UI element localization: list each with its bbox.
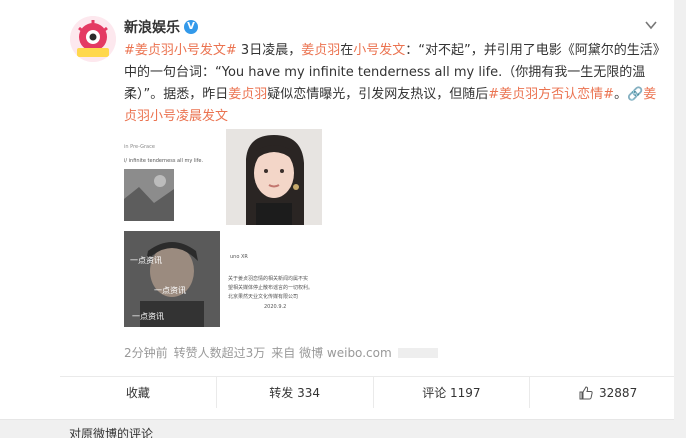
comments-section-title: 对原微博的评论 <box>69 427 154 438</box>
repost-button[interactable]: 转发 334 <box>217 377 374 408</box>
image-caption: i/ infinite tenderness all my life. <box>124 158 204 164</box>
watermark-text: 一点资讯 <box>132 312 164 321</box>
post-reposts-note: 转赞人数超过3万 <box>173 346 266 360</box>
like-count: 32887 <box>599 385 638 400</box>
like-button[interactable]: 32887 <box>530 377 686 408</box>
post-text: 在 <box>340 43 354 58</box>
image-caption-top: in Pre-Grace <box>124 144 155 150</box>
repost-label: 转发 334 <box>269 386 320 400</box>
hashtag-link[interactable]: #姜贞羽方否认恋情# <box>488 87 614 102</box>
post-text: 。 <box>614 87 628 102</box>
post-image-1[interactable]: in Pre-Grace i/ infinite tenderness all … <box>124 129 220 225</box>
post-body: #姜贞羽小号发文# 3日凌晨，姜贞羽在小号发文：“对不起”，并引用了电影《阿黛尔… <box>124 40 664 128</box>
favorite-button[interactable]: 收藏 <box>60 377 217 408</box>
statement-line: 关于姜贞羽恋情的相关新闻均属不实 <box>228 276 309 282</box>
post-source[interactable]: 来自 微博 weibo.com <box>271 344 391 361</box>
author-name[interactable]: 新浪娱乐 V <box>124 17 198 37</box>
verified-badge-icon: V <box>184 20 198 34</box>
favorite-label: 收藏 <box>125 386 150 400</box>
post-image-3[interactable]: 一点资讯 一点资讯 一点资讯 <box>124 231 220 327</box>
statement-company: 北京果然天业文化传媒有限公司 <box>228 294 299 300</box>
post-text: 疑似恋情曝光，引发网友热议，但随后 <box>267 87 489 102</box>
action-bar: 收藏 转发 334 评论 1197 32887 <box>60 376 686 408</box>
statement-date: 2020.9.2 <box>264 304 287 310</box>
author-name-text[interactable]: 新浪娱乐 <box>124 17 180 37</box>
keyword-highlight[interactable]: 姜贞羽 <box>228 87 267 102</box>
comment-button[interactable]: 评论 1197 <box>374 377 531 408</box>
hashtag-link[interactable]: #姜贞羽小号发文# <box>124 43 237 58</box>
link-icon: 🔗 <box>627 87 644 102</box>
page-edge <box>674 0 686 438</box>
comment-label: 评论 1197 <box>422 386 481 400</box>
keyword-highlight[interactable]: 小号发文 <box>353 43 405 58</box>
post-image-4[interactable]: uno XR 关于姜贞羽恋情的相关新闻均属不实 望相关媒体停止散布谣言的一切权利… <box>226 231 322 327</box>
weibo-post-card: 新浪娱乐 V #姜贞羽小号发文# 3日凌晨，姜贞羽在小号发文：“对不起”，并引用… <box>0 0 686 420</box>
watermark-text: 一点资讯 <box>154 286 186 295</box>
author-avatar[interactable] <box>70 16 116 62</box>
image-photo-thumb <box>124 169 174 221</box>
post-time[interactable]: 2分钟前 <box>124 344 168 361</box>
statement-small: uno XR <box>230 254 248 260</box>
post-text: 3日凌晨， <box>236 43 302 58</box>
chevron-down-icon[interactable] <box>643 18 659 32</box>
keyword-highlight[interactable]: 姜贞羽 <box>301 43 340 58</box>
statement-line: 望相关媒体停止散布谣言的一切权利。 <box>228 285 314 291</box>
blurred-area <box>397 347 438 358</box>
thumbs-up-icon <box>579 385 593 399</box>
post-meta: 2分钟前 转赞人数超过3万 来自 微博 weibo.com <box>124 344 438 361</box>
post-image-2[interactable] <box>226 129 322 225</box>
watermark-text: 一点资讯 <box>130 256 162 265</box>
